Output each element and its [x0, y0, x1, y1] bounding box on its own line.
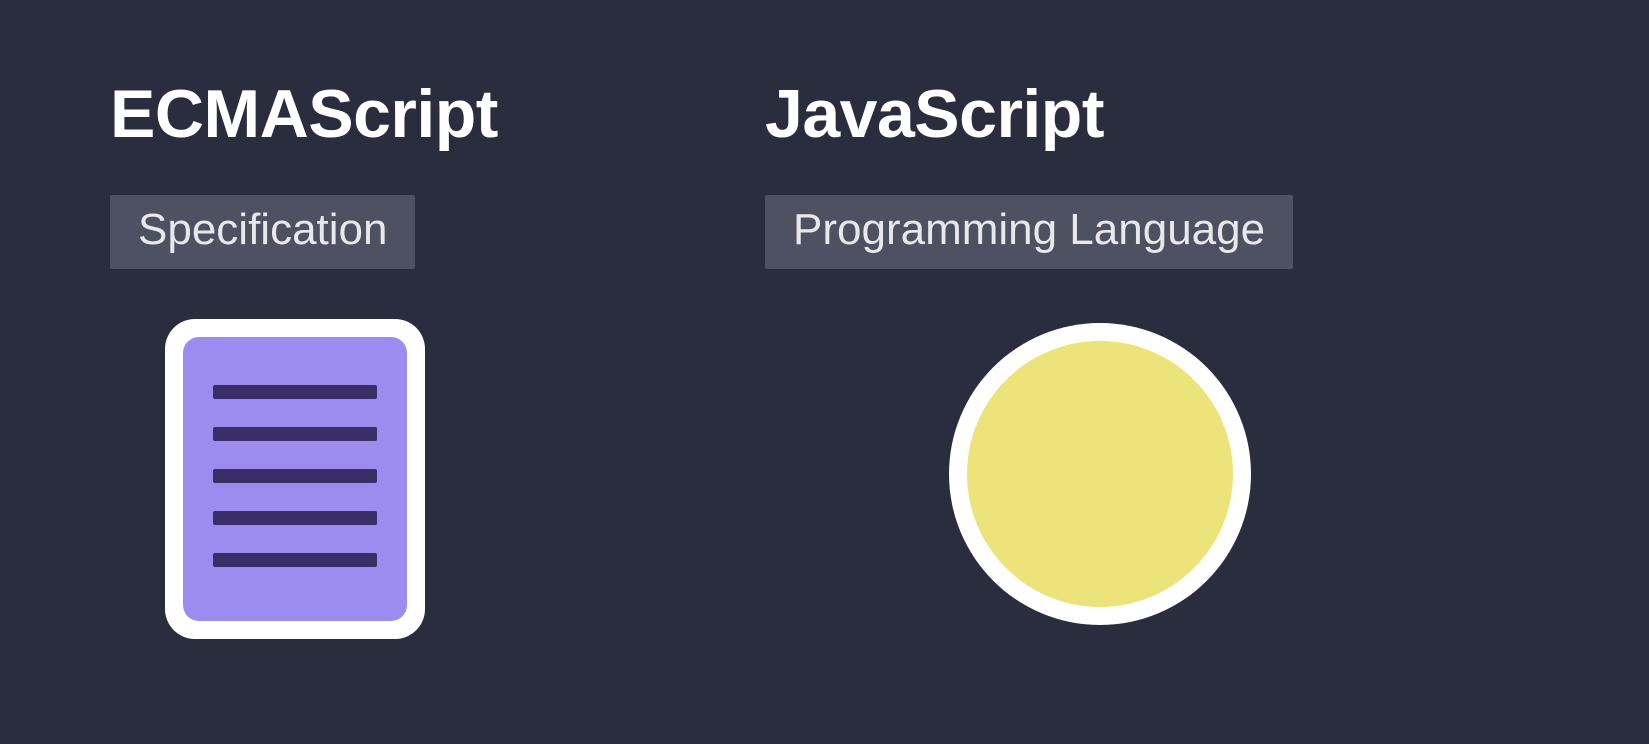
circle-icon [945, 319, 1255, 634]
javascript-column: JavaScript Programming Language [765, 75, 1375, 634]
javascript-title: JavaScript [765, 75, 1104, 153]
ecmascript-column: ECMAScript Specification [110, 75, 590, 644]
javascript-label: Programming Language [765, 195, 1293, 269]
ecmascript-title: ECMAScript [110, 75, 498, 153]
document-icon [165, 319, 425, 644]
ecmascript-label: Specification [110, 195, 415, 269]
